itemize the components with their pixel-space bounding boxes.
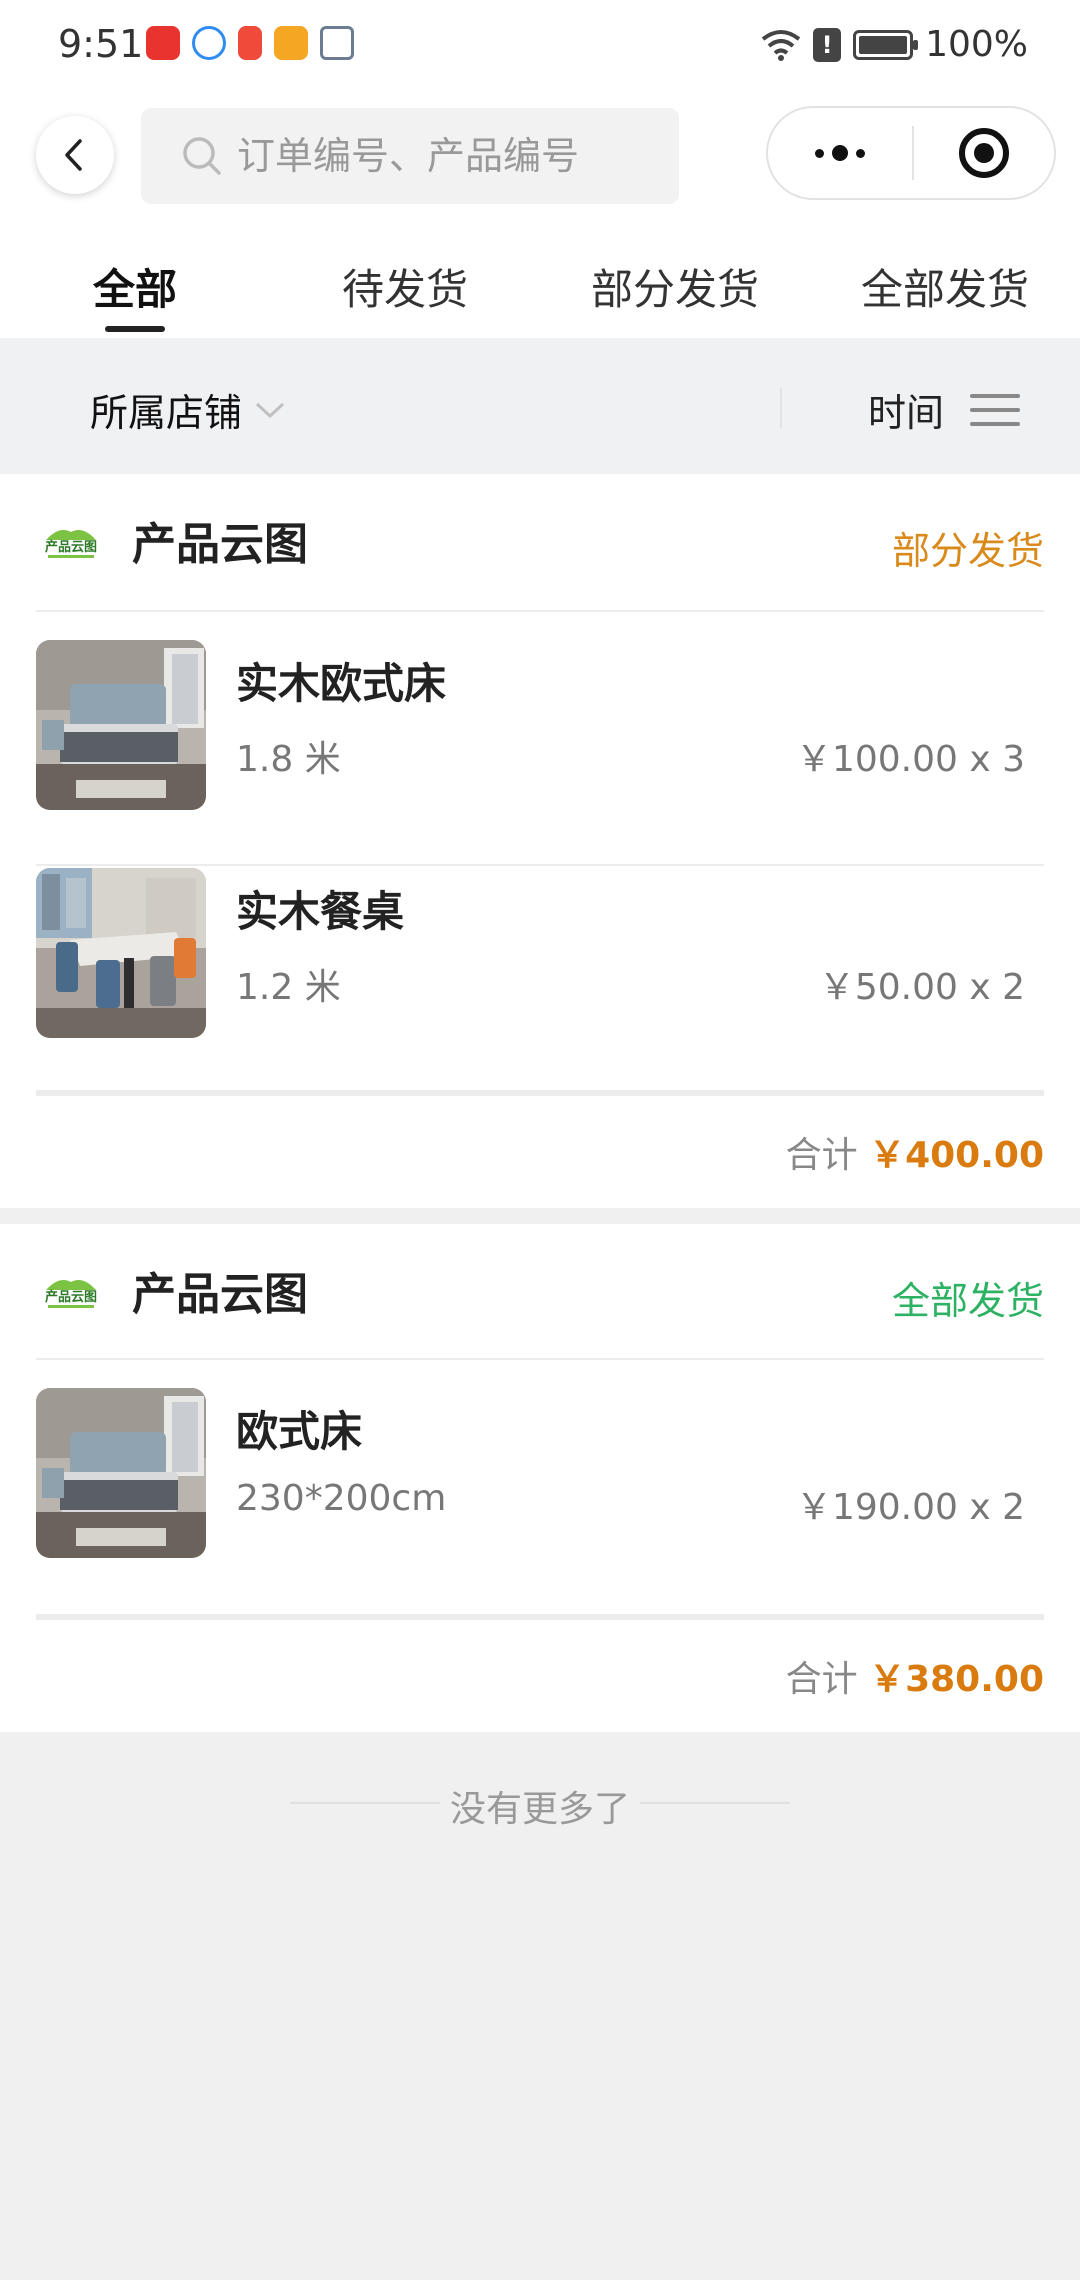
app-orange-icon [274, 26, 308, 60]
miniprogram-capsule [766, 106, 1056, 200]
chat-notification-icon [192, 26, 226, 60]
order-total-label: 合计 [785, 1659, 858, 1700]
order-card[interactable]: 产品云图 产品云图 全部发货 欧式床 230*200cm ￥190.00 x 2 [0, 1224, 1080, 1732]
time-filter-button[interactable]: 时间 [868, 382, 1020, 437]
shop-logo: 产品云图 [40, 1280, 102, 1308]
tab-pending[interactable]: 待发货 [270, 220, 540, 338]
product-image [36, 1388, 206, 1558]
divider [36, 1090, 1044, 1096]
product-image [36, 640, 206, 810]
more-dot-icon [856, 148, 865, 158]
trash-icon [320, 26, 354, 60]
shop-logo: 产品云图 [40, 530, 102, 558]
svg-text:产品云图: 产品云图 [45, 539, 97, 555]
tab-all[interactable]: 全部 [0, 220, 270, 338]
search-box[interactable] [141, 108, 679, 204]
product-price: ￥100.00 x 3 [795, 739, 1025, 780]
order-total: 合计 ￥400.00 [786, 1126, 1044, 1178]
shop-name: 产品云图 [132, 1269, 308, 1320]
back-button[interactable] [36, 116, 114, 194]
filter-bar: 所属店铺 时间 [0, 338, 1080, 474]
shop-filter-label: 所属店铺 [90, 391, 243, 435]
order-tabs: 全部 待发货 部分发货 全部发货 [0, 220, 1080, 338]
order-total-value: ￥400.00 [869, 1135, 1044, 1176]
product-price: ￥190.00 x 2 [795, 1487, 1025, 1528]
app-notification-icon [146, 26, 180, 60]
time-filter-label: 时间 [867, 391, 944, 435]
close-miniprogram-button[interactable] [914, 126, 1054, 180]
notification-icons [146, 26, 354, 60]
more-dot-icon [815, 148, 824, 158]
product-name: 实木欧式床 [236, 659, 447, 708]
order-shop-header: 产品云图 产品云图 [36, 504, 308, 576]
battery-percent: 100% [925, 24, 1028, 65]
shop-name: 产品云图 [132, 519, 308, 570]
product-image [36, 868, 206, 1038]
order-item[interactable]: 实木餐桌 1.2 米 ￥50.00 x 2 [0, 840, 1080, 1040]
svg-text:产品云图: 产品云图 [45, 1289, 97, 1305]
no-more-text: 没有更多了 [449, 1789, 630, 1830]
more-dot-icon [832, 145, 848, 161]
status-time: 9:51 [58, 22, 144, 66]
order-status-badge: 部分发货 [891, 529, 1044, 573]
chevron-down-icon [255, 402, 285, 418]
tab-shipped[interactable]: 全部发货 [810, 220, 1080, 338]
alert-icon: ! [813, 27, 842, 62]
order-item[interactable]: 实木欧式床 1.8 米 ￥100.00 x 3 [0, 612, 1080, 812]
search-icon [183, 137, 221, 175]
product-name: 实木餐桌 [236, 887, 405, 936]
tab-partial[interactable]: 部分发货 [540, 220, 810, 338]
status-bar: 9:51 ! 100% [0, 0, 1080, 92]
product-spec: 230*200cm [236, 1478, 447, 1519]
filter-divider [780, 388, 782, 428]
product-spec: 1.8 米 [236, 739, 341, 780]
search-input[interactable] [237, 134, 657, 178]
red-packet-icon [238, 26, 262, 60]
divider [36, 1614, 1044, 1620]
wifi-icon [761, 29, 801, 61]
target-circle-icon [959, 128, 1009, 178]
status-indicators: ! 100% [761, 24, 1028, 65]
order-shop-header: 产品云图 产品云图 [36, 1254, 308, 1326]
order-total-label: 合计 [785, 1135, 858, 1176]
chevron-left-icon [65, 139, 82, 171]
header [0, 92, 1080, 220]
menu-icon [970, 393, 1020, 426]
order-status-badge: 全部发货 [891, 1279, 1044, 1323]
product-name: 欧式床 [236, 1407, 363, 1456]
product-price: ￥50.00 x 2 [818, 967, 1025, 1008]
shop-filter-dropdown[interactable]: 所属店铺 [90, 382, 286, 437]
battery-icon [853, 29, 919, 60]
order-card[interactable]: 产品云图 产品云图 部分发货 实木欧式床 1.8 米 ￥100.00 x 3 实… [0, 474, 1080, 1208]
order-item[interactable]: 欧式床 230*200cm ￥190.00 x 2 [0, 1360, 1080, 1560]
more-button[interactable] [768, 108, 912, 198]
product-spec: 1.2 米 [236, 967, 341, 1008]
order-total: 合计 ￥380.00 [786, 1650, 1044, 1702]
order-total-value: ￥380.00 [869, 1659, 1044, 1700]
